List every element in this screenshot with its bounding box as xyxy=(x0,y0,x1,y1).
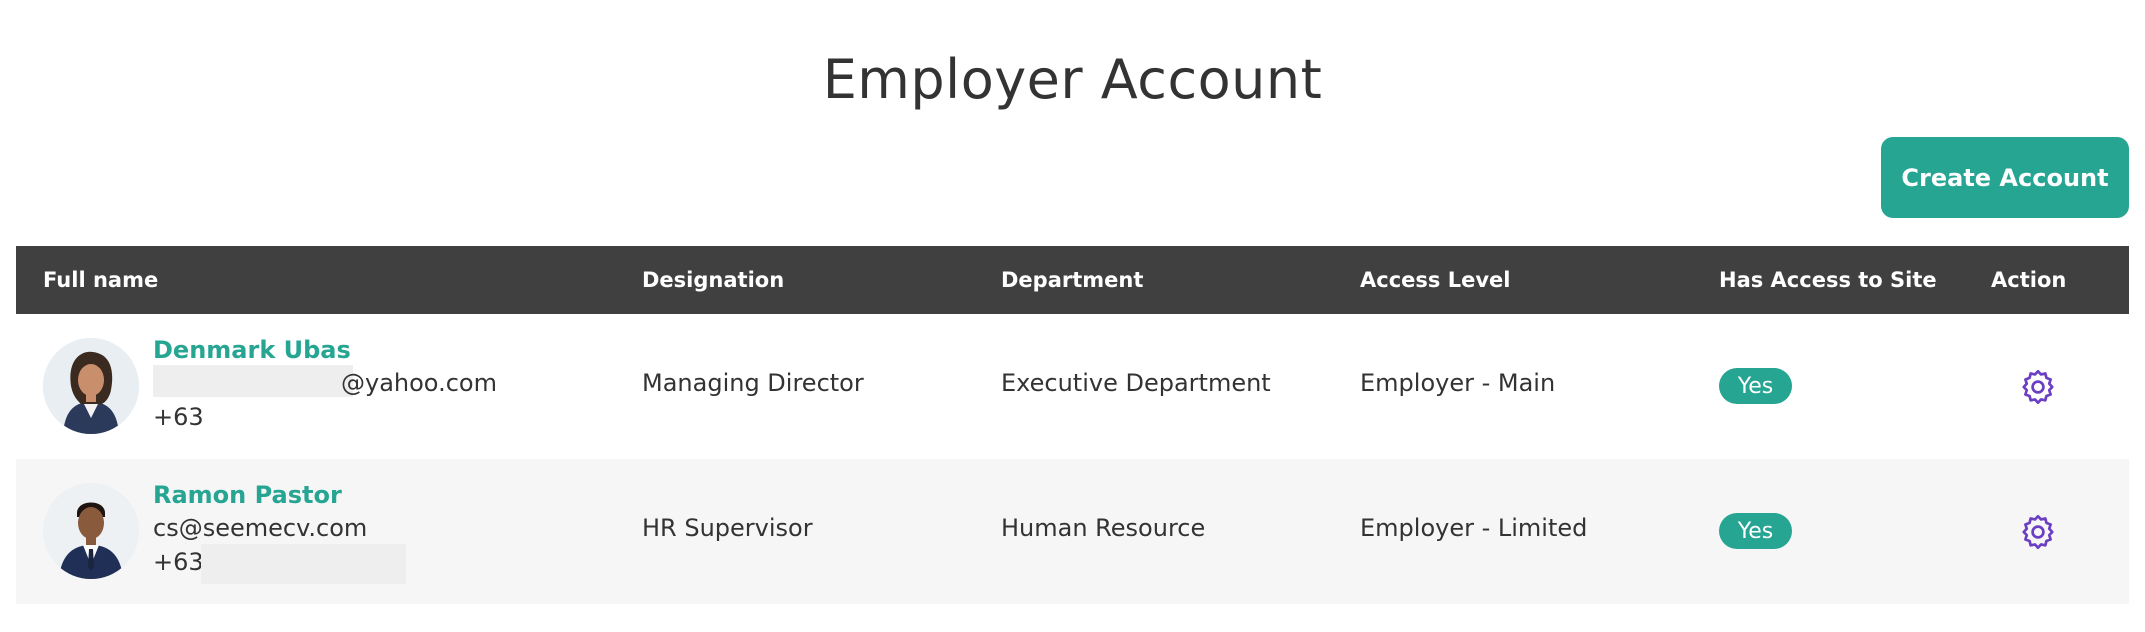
column-header-full-name[interactable]: Full name xyxy=(43,246,158,314)
column-header-has-access[interactable]: Has Access to Site xyxy=(1719,246,1937,314)
has-access-badge: Yes xyxy=(1719,513,1792,549)
table-row: Denmark Ubas @yahoo.com +63 Managing Dir… xyxy=(16,314,2129,459)
employee-name-link[interactable]: Denmark Ubas xyxy=(153,336,351,364)
column-header-designation[interactable]: Designation xyxy=(642,246,784,314)
gear-icon[interactable] xyxy=(2020,514,2056,550)
table-row: Ramon Pastor cs@seemecv.com +63 HR Super… xyxy=(16,459,2129,604)
column-header-department[interactable]: Department xyxy=(1001,246,1143,314)
create-account-button[interactable]: Create Account xyxy=(1881,137,2129,218)
has-access-badge: Yes xyxy=(1719,368,1792,404)
employee-phone: +63 xyxy=(153,548,204,576)
access-level-cell: Employer - Limited xyxy=(1360,514,1588,542)
employee-phone: +63 xyxy=(153,403,204,431)
column-header-access-level[interactable]: Access Level xyxy=(1360,246,1510,314)
avatar xyxy=(43,338,139,434)
column-header-action: Action xyxy=(1991,268,2067,292)
employee-email: @yahoo.com xyxy=(341,369,497,397)
page-title: Employer Account xyxy=(822,48,1323,112)
table-header: Full name Designation Department Access … xyxy=(16,246,2129,314)
employee-name-link[interactable]: Ramon Pastor xyxy=(153,481,342,509)
avatar xyxy=(43,483,139,579)
designation-cell: Managing Director xyxy=(642,369,864,397)
redacted-email-prefix xyxy=(153,365,353,397)
redacted-phone-number xyxy=(201,544,406,584)
gear-icon[interactable] xyxy=(2020,369,2056,405)
department-cell: Executive Department xyxy=(1001,369,1271,397)
department-cell: Human Resource xyxy=(1001,514,1206,542)
access-level-cell: Employer - Main xyxy=(1360,369,1556,397)
designation-cell: HR Supervisor xyxy=(642,514,813,542)
employee-email: cs@seemecv.com xyxy=(153,514,368,542)
employer-table: Full name Designation Department Access … xyxy=(16,246,2129,604)
